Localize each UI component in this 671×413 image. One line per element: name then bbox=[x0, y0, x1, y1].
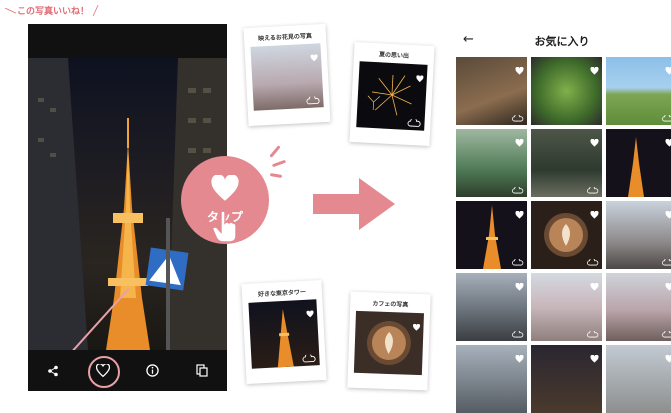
photo-thumbnail[interactable] bbox=[606, 129, 671, 197]
heart-icon[interactable] bbox=[515, 276, 524, 295]
heart-icon[interactable] bbox=[515, 348, 524, 367]
heart-icon[interactable] bbox=[515, 60, 524, 79]
photo-thumbnail[interactable] bbox=[606, 201, 671, 269]
heart-icon[interactable] bbox=[515, 132, 524, 151]
arrow-right-icon bbox=[313, 178, 395, 234]
polaroid-card: 映えるお花見の写真 bbox=[243, 24, 330, 126]
photo-thumbnail[interactable] bbox=[456, 129, 527, 197]
cloud-icon bbox=[662, 115, 671, 122]
photo-thumbnail[interactable] bbox=[531, 273, 602, 341]
heart-icon[interactable] bbox=[665, 60, 671, 79]
photo-thumbnail[interactable] bbox=[456, 57, 527, 125]
photo-thumbnail[interactable] bbox=[531, 201, 602, 269]
cloud-icon bbox=[587, 259, 599, 266]
heart-icon[interactable] bbox=[590, 132, 599, 151]
photo-thumbnail[interactable] bbox=[456, 273, 527, 341]
heart-icon[interactable] bbox=[665, 132, 671, 151]
spark-line bbox=[270, 173, 282, 178]
polaroid-caption: 夏の思い出 bbox=[360, 48, 428, 61]
polaroid-card: 好きな東京タワー bbox=[241, 280, 326, 384]
cloud-icon bbox=[587, 187, 599, 194]
cloud-icon bbox=[512, 331, 524, 338]
polaroid-card: 夏の思い出 bbox=[349, 42, 434, 146]
photo-thumbnail[interactable] bbox=[606, 57, 671, 125]
polaroid-caption: 好きな東京タワー bbox=[248, 286, 316, 299]
heart-icon bbox=[415, 67, 424, 86]
polaroid-card: カフェの写真 bbox=[347, 292, 430, 391]
share-icon[interactable] bbox=[43, 361, 63, 381]
photo-thumbnail[interactable] bbox=[531, 57, 602, 125]
cloud-icon bbox=[662, 259, 671, 266]
cloud-icon bbox=[306, 96, 320, 105]
latte-photo bbox=[354, 311, 424, 375]
photo-callout: ＼この写真いいね！／ bbox=[4, 4, 102, 17]
cloud-icon bbox=[407, 119, 421, 128]
photo-thumbnail[interactable] bbox=[606, 273, 671, 341]
spark-line bbox=[272, 160, 286, 168]
cloud-icon bbox=[662, 331, 671, 338]
cloud-icon bbox=[302, 354, 316, 363]
cloud-icon bbox=[512, 187, 524, 194]
polaroid-caption: カフェの写真 bbox=[356, 298, 424, 309]
callout-text: この写真いいね！ bbox=[17, 7, 89, 17]
page-title: お気に入り bbox=[453, 33, 671, 49]
heart-icon[interactable] bbox=[665, 276, 671, 295]
favorites-header: ← お気に入り bbox=[453, 24, 671, 58]
heart-icon[interactable] bbox=[590, 60, 599, 79]
hand-pointer-icon bbox=[212, 210, 236, 244]
cloud-icon bbox=[512, 115, 524, 122]
favorites-screen: ← お気に入り bbox=[453, 24, 671, 391]
heart-icon bbox=[210, 175, 240, 206]
heart-icon[interactable] bbox=[590, 204, 599, 223]
fireworks-photo bbox=[356, 61, 427, 130]
info-icon[interactable] bbox=[142, 361, 162, 381]
heart-highlight-ring bbox=[88, 356, 120, 388]
arrow-left-icon[interactable]: ← bbox=[463, 32, 474, 47]
details-icon[interactable] bbox=[192, 361, 212, 381]
heart-icon[interactable] bbox=[515, 204, 524, 223]
heart-icon bbox=[310, 46, 319, 65]
heart-icon[interactable] bbox=[665, 204, 671, 223]
photo-thumbnail[interactable] bbox=[456, 345, 527, 413]
heart-icon[interactable] bbox=[665, 348, 671, 367]
spark-line bbox=[269, 145, 280, 158]
heart-icon bbox=[306, 302, 315, 321]
heart-icon bbox=[412, 316, 421, 335]
cloud-icon bbox=[512, 259, 524, 266]
heart-icon[interactable] bbox=[590, 348, 599, 367]
viewer-bottom-bar bbox=[28, 350, 227, 391]
photo-thumbnail[interactable] bbox=[456, 201, 527, 269]
polaroid-caption: 映えるお花見の写真 bbox=[250, 30, 320, 43]
photo-thumbnail[interactable] bbox=[606, 345, 671, 413]
photo-thumbnail[interactable] bbox=[531, 345, 602, 413]
photo-thumbnail[interactable] bbox=[531, 129, 602, 197]
heart-icon[interactable] bbox=[590, 276, 599, 295]
cloud-icon bbox=[587, 331, 599, 338]
favorites-grid bbox=[456, 57, 671, 413]
tokyo-tower-photo bbox=[248, 299, 319, 368]
cherry-blossom-photo bbox=[250, 43, 323, 111]
